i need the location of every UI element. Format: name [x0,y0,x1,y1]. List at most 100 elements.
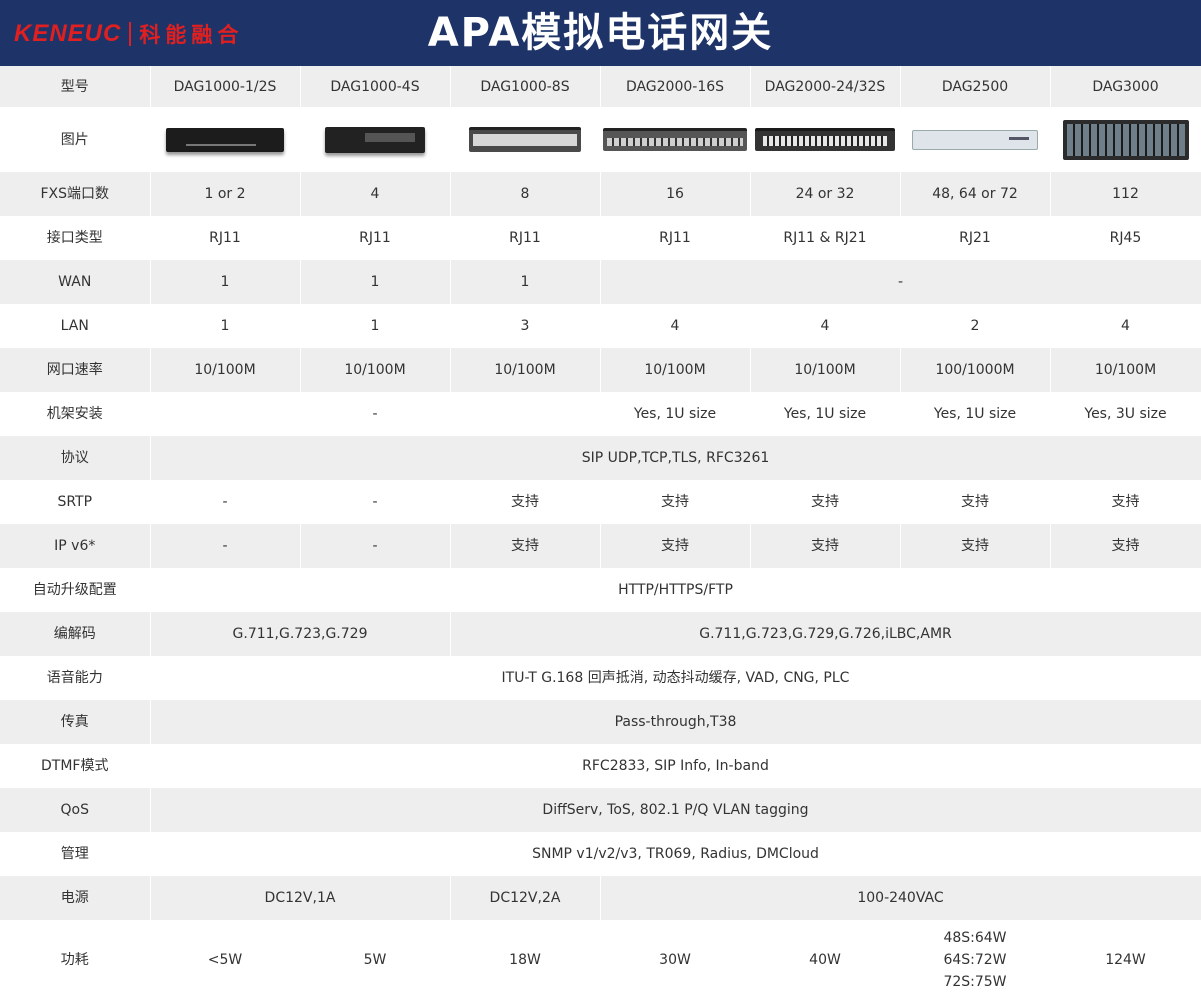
row-label-voice: 语音能力 [0,656,151,700]
rack-cell: Yes, 3U size [1050,392,1201,436]
model-cell: DAG2000-24/32S [750,66,901,107]
row-label-image: 图片 [0,107,151,172]
dag2000-16s-device-image [603,128,747,151]
row-protocol: 协议 SIP UDP,TCP,TLS, RFC3261 [0,436,1201,480]
dag1000-1-2s-device-image [166,127,284,152]
row-label-speed: 网口速率 [0,348,151,392]
ipv6-cell: - [150,524,301,568]
row-management: 管理 SNMP v1/v2/v3, TR069, Radius, DMCloud [0,832,1201,876]
rack-cell: Yes, 1U size [600,392,751,436]
row-autoprov: 自动升级配置 HTTP/HTTPS/FTP [0,568,1201,612]
row-qos: QoS DiffServ, ToS, 802.1 P/Q VLAN taggin… [0,788,1201,832]
lan-cell: 3 [450,304,601,348]
row-voice: 语音能力 ITU-T G.168 回声抵消, 动态抖动缓存, VAD, CNG,… [0,656,1201,700]
model-cell: DAG1000-4S [300,66,451,107]
device-image-cell [900,107,1051,172]
srtp-cell: 支持 [900,480,1051,524]
consumption-line: 72S:75W [943,973,1007,990]
interface-cell: RJ11 [150,216,301,260]
speed-cell: 10/100M [600,348,751,392]
row-interface: 接口类型 RJ11 RJ11 RJ11 RJ11 RJ11 & RJ21 RJ2… [0,216,1201,260]
row-label-interface: 接口类型 [0,216,151,260]
row-lan: LAN 1 1 3 4 4 2 4 [0,304,1201,348]
lan-cell: 4 [600,304,751,348]
speed-cell: 10/100M [450,348,601,392]
wan-cell: 1 [150,260,301,304]
model-cell: DAG2500 [900,66,1051,107]
lan-cell: 2 [900,304,1051,348]
model-cell: DAG1000-8S [450,66,601,107]
row-label-codec: 编解码 [0,612,151,656]
protocol-cell: SIP UDP,TCP,TLS, RFC3261 [150,436,1201,480]
spec-table: 型号 DAG1000-1/2S DAG1000-4S DAG1000-8S DA… [0,66,1201,999]
lan-cell: 1 [150,304,301,348]
interface-cell: RJ11 & RJ21 [750,216,901,260]
row-consumption: 功耗 <5W 5W 18W 30W 40W 48S:64W 64S:72W 72… [0,920,1201,999]
srtp-cell: 支持 [1050,480,1201,524]
row-srtp: SRTP - - 支持 支持 支持 支持 支持 [0,480,1201,524]
fxs-cell: 8 [450,172,601,216]
lan-cell: 1 [300,304,451,348]
row-label-management: 管理 [0,832,151,876]
interface-cell: RJ45 [1050,216,1201,260]
speed-cell: 10/100M [150,348,301,392]
row-label-protocol: 协议 [0,436,151,480]
wan-cell: 1 [450,260,601,304]
fxs-cell: 1 or 2 [150,172,301,216]
qos-cell: DiffServ, ToS, 802.1 P/Q VLAN tagging [150,788,1201,832]
row-ipv6: IP v6* - - 支持 支持 支持 支持 支持 [0,524,1201,568]
device-image-cell [1050,107,1201,172]
row-label-wan: WAN [0,260,151,304]
page-title: APA模拟电话网关 [427,10,774,56]
row-label-autoprov: 自动升级配置 [0,568,151,612]
device-image-cell [300,107,451,172]
row-label-power: 电源 [0,876,151,920]
ipv6-cell: 支持 [600,524,751,568]
dag2500-device-image [912,129,1038,150]
model-cell: DAG1000-1/2S [150,66,301,107]
rack-cell: Yes, 1U size [750,392,901,436]
row-label-qos: QoS [0,788,151,832]
srtp-cell: - [150,480,301,524]
consumption-cell-dag2500: 48S:64W 64S:72W 72S:75W [900,920,1051,999]
row-fax: 传真 Pass-through,T38 [0,700,1201,744]
ipv6-cell: - [300,524,451,568]
lan-cell: 4 [1050,304,1201,348]
fax-cell: Pass-through,T38 [150,700,1201,744]
management-cell: SNMP v1/v2/v3, TR069, Radius, DMCloud [150,832,1201,876]
model-cell: DAG2000-16S [600,66,751,107]
interface-cell: RJ11 [450,216,601,260]
dag3000-device-image [1062,119,1189,160]
codec-cell: G.711,G.723,G.729,G.726,iLBC,AMR [450,612,1201,656]
row-power: 电源 DC12V,1A DC12V,2A 100-240VAC [0,876,1201,920]
consumption-cell: 40W [750,920,901,999]
row-label-ipv6: IP v6* [0,524,151,568]
speed-cell: 10/100M [300,348,451,392]
device-image-cell [450,107,601,172]
rack-cell: Yes, 1U size [900,392,1051,436]
fxs-cell: 112 [1050,172,1201,216]
row-wan: WAN 1 1 1 - [0,260,1201,304]
device-image-cell [150,107,301,172]
device-image-cell [750,107,901,172]
ipv6-cell: 支持 [1050,524,1201,568]
row-speed: 网口速率 10/100M 10/100M 10/100M 10/100M 10/… [0,348,1201,392]
wan-cell: - [600,260,1201,304]
row-image: 图片 [0,107,1201,172]
consumption-cell: <5W [150,920,301,999]
row-label-rack: 机架安装 [0,392,151,436]
interface-cell: RJ21 [900,216,1051,260]
speed-cell: 10/100M [1050,348,1201,392]
device-image-cell [600,107,751,172]
fxs-cell: 24 or 32 [750,172,901,216]
consumption-cell: 5W [300,920,451,999]
consumption-cell: 30W [600,920,751,999]
ipv6-cell: 支持 [900,524,1051,568]
consumption-cell: 124W [1050,920,1201,999]
header-banner: KENEUC 科能融合 APA模拟电话网关 [0,0,1201,66]
dag2000-24-32s-device-image [755,128,895,151]
speed-cell: 10/100M [750,348,901,392]
wan-cell: 1 [300,260,451,304]
row-label-model: 型号 [0,66,151,107]
consumption-line: 64S:72W [943,951,1007,968]
